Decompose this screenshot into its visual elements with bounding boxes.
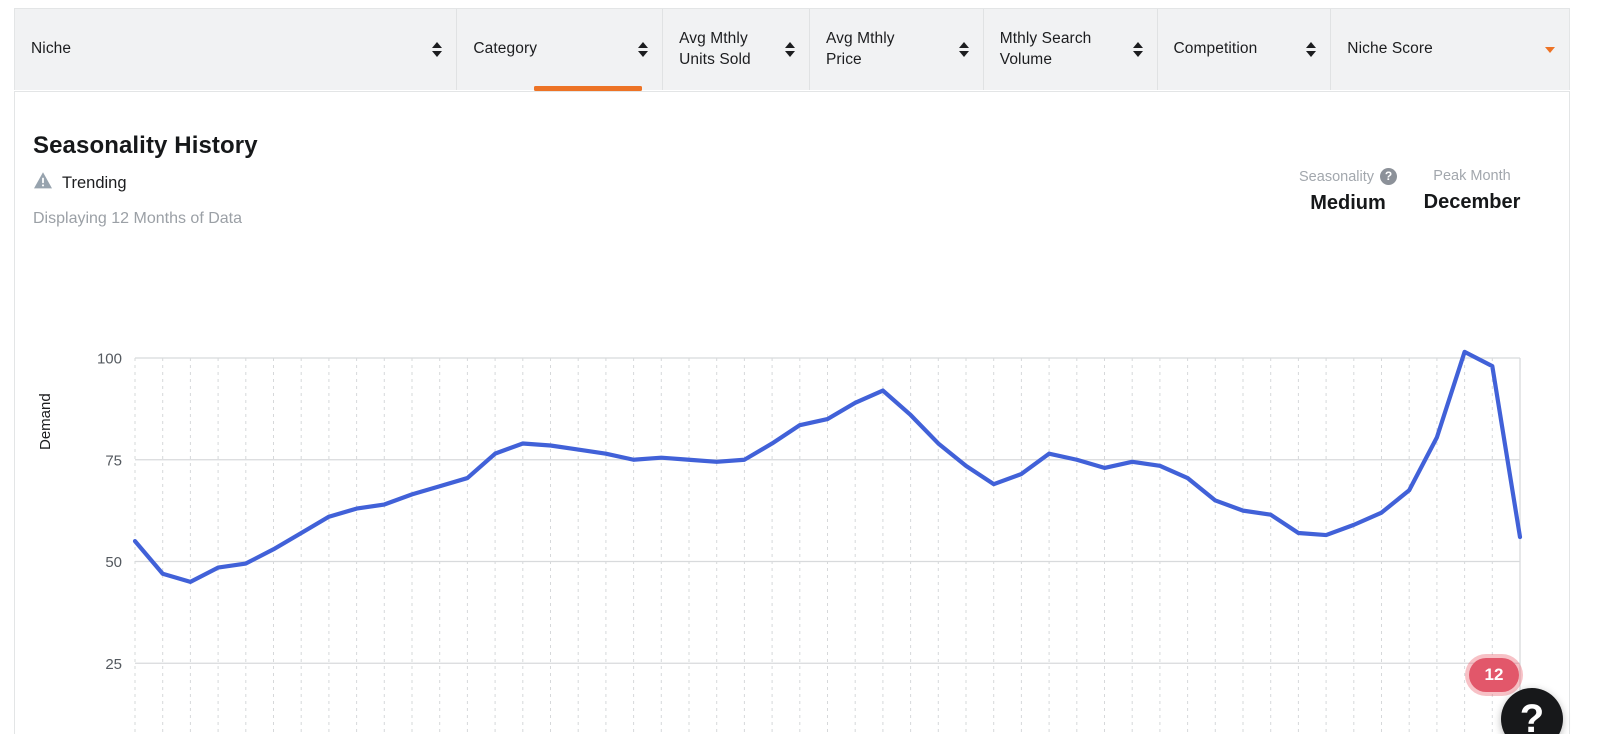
sort-desc-active-icon <box>1544 46 1555 53</box>
sort-toggle-category[interactable] <box>638 42 649 57</box>
seasonality-chart: Demand 0255075100JanFebMarAprMayJunJulAu… <box>15 240 1571 734</box>
sort-toggle-price[interactable] <box>958 42 969 57</box>
column-header-mthly-search-volume[interactable]: Mthly Search Volume <box>983 9 1158 90</box>
stat-seasonality-value: Medium <box>1310 192 1386 214</box>
notification-badge[interactable]: 12 <box>1469 658 1519 692</box>
sort-asc-icon <box>958 42 969 48</box>
page-title: Seasonality History <box>33 132 258 159</box>
sort-toggle-units-sold[interactable] <box>784 42 795 57</box>
column-header-avg-mthly-price[interactable]: Avg Mthly Price <box>809 9 984 90</box>
seasonality-help-icon[interactable]: ? <box>1379 168 1397 185</box>
sort-asc-icon <box>1132 42 1143 48</box>
app-root: Niche Category Avg Mthly Units Sold Avg … <box>0 0 1600 734</box>
trending-label: Trending <box>62 173 127 192</box>
sort-asc-icon <box>432 42 443 48</box>
sort-toggle-search-volume[interactable] <box>1132 42 1143 57</box>
summary-stats: Seasonality ? Medium Peak Month December <box>1284 168 1532 215</box>
sort-desc-icon <box>784 51 795 57</box>
column-header-category[interactable]: Category <box>457 9 664 90</box>
sort-asc-icon <box>1306 42 1317 48</box>
column-header-competition[interactable]: Competition <box>1157 9 1332 90</box>
column-header-niche-score[interactable]: Niche Score <box>1331 9 1569 90</box>
sort-desc-icon <box>958 51 969 57</box>
stat-seasonality-label-row: Seasonality ? <box>1284 168 1412 185</box>
column-header-competition-label: Competition <box>1173 40 1258 58</box>
stat-seasonality: Seasonality ? Medium <box>1284 168 1412 215</box>
sort-toggle-niche-score[interactable] <box>1544 46 1555 53</box>
column-header-mthly-search-volume-label: Mthly Search Volume <box>999 29 1092 68</box>
column-header-avg-mthly-price-label: Avg Mthly Price <box>825 29 895 68</box>
sort-desc-icon <box>432 51 443 57</box>
stat-seasonality-label: Seasonality <box>1299 168 1374 185</box>
trending-status: Trending <box>33 171 127 195</box>
sort-desc-icon <box>1132 51 1143 57</box>
displaying-range-text: Displaying 12 Months of Data <box>33 210 242 227</box>
column-header-niche-score-label: Niche Score <box>1347 40 1433 58</box>
sort-toggle-competition[interactable] <box>1306 42 1317 57</box>
sort-desc-icon <box>638 51 649 57</box>
sort-desc-icon <box>1306 51 1317 57</box>
svg-text:100: 100 <box>97 351 122 368</box>
seasonality-panel: Seasonality History Trending Displaying … <box>14 91 1570 734</box>
stat-peak-month: Peak Month December <box>1412 168 1532 215</box>
svg-text:25: 25 <box>105 656 122 673</box>
warning-triangle-icon <box>33 171 53 195</box>
column-header-niche[interactable]: Niche <box>15 9 458 90</box>
stat-peak-month-label-row: Peak Month <box>1412 168 1532 184</box>
sort-asc-icon <box>638 42 649 48</box>
stat-peak-month-label: Peak Month <box>1433 168 1511 184</box>
column-header-niche-label: Niche <box>31 40 72 58</box>
column-header-avg-mthly-units-sold-label: Avg Mthly Units Sold <box>679 29 751 68</box>
svg-text:75: 75 <box>105 452 122 469</box>
table-header-row: Niche Category Avg Mthly Units Sold Avg … <box>14 8 1570 90</box>
stat-peak-month-value: December <box>1423 191 1521 213</box>
column-header-category-label: Category <box>473 40 538 58</box>
column-header-avg-mthly-units-sold[interactable]: Avg Mthly Units Sold <box>663 9 810 90</box>
svg-text:50: 50 <box>105 554 122 571</box>
chart-canvas: 0255075100JanFebMarAprMayJunJulAugSepOct… <box>97 349 1523 734</box>
sort-asc-icon <box>784 42 795 48</box>
sort-toggle-niche[interactable] <box>432 42 443 57</box>
